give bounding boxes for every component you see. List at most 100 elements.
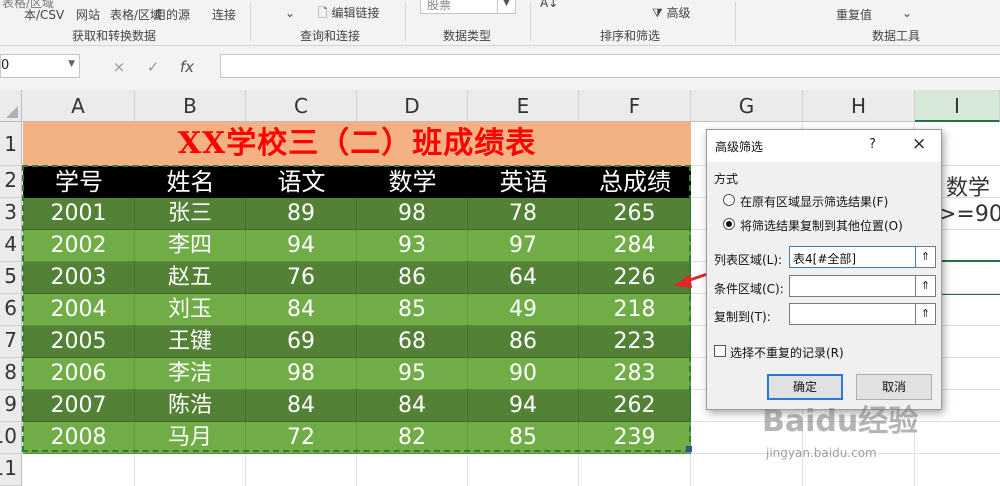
table-cell[interactable]: 283 xyxy=(579,358,691,390)
existing-connections-button[interactable]: 连接 xyxy=(212,6,236,23)
table-cell[interactable]: 68 xyxy=(357,326,468,358)
sort-az-icon[interactable]: A↓ xyxy=(540,0,558,10)
radio-filter-in-place[interactable] xyxy=(723,194,735,206)
row-header-7[interactable]: 7 xyxy=(0,326,22,358)
collapse-dialog-icon[interactable]: ⇑ xyxy=(916,246,936,268)
table-cell[interactable]: 218 xyxy=(579,294,691,326)
cancel-icon[interactable]: × xyxy=(102,58,136,76)
table-cell[interactable]: 82 xyxy=(357,422,468,454)
name-box[interactable]: 0 ▼ xyxy=(0,54,80,78)
table-cell[interactable]: 223 xyxy=(579,326,691,358)
table-cell[interactable]: 2003 xyxy=(23,262,135,294)
table-cell[interactable]: 86 xyxy=(357,262,468,294)
table-cell[interactable]: 98 xyxy=(246,358,357,390)
column-header-f[interactable]: F xyxy=(579,90,691,122)
help-icon[interactable]: ? xyxy=(869,137,876,152)
row-header-4[interactable]: 4 xyxy=(0,230,22,262)
table-cell[interactable]: 84 xyxy=(246,294,357,326)
table-cell[interactable]: 陈浩 xyxy=(135,390,246,422)
header-cell-student-id[interactable]: 学号 xyxy=(23,166,135,198)
column-header-d[interactable]: D xyxy=(357,90,468,122)
row-header-1[interactable]: 1 xyxy=(0,122,22,166)
table-cell[interactable]: 64 xyxy=(468,262,579,294)
table-cell[interactable]: 85 xyxy=(357,294,468,326)
radio-copy-to-location[interactable] xyxy=(723,218,735,230)
table-cell[interactable]: 239 xyxy=(579,422,691,454)
advanced-filter-button[interactable]: ⧩ 高级 xyxy=(652,4,691,21)
table-cell[interactable]: 李四 xyxy=(135,230,246,262)
row-header-10[interactable]: 10 xyxy=(0,422,22,454)
row-header-8[interactable]: 8 xyxy=(0,358,22,390)
criteria-header-cell[interactable]: 数学 xyxy=(946,170,990,202)
resize-handle[interactable] xyxy=(686,446,692,452)
recent-sources-button[interactable]: 用的源 xyxy=(154,6,190,23)
table-cell[interactable]: 95 xyxy=(357,358,468,390)
column-header-a[interactable]: A xyxy=(22,90,135,122)
table-cell[interactable]: 2008 xyxy=(23,422,135,454)
refresh-dropdown-icon[interactable]: ⌄ xyxy=(285,6,295,20)
header-cell-chinese[interactable]: 语文 xyxy=(246,166,357,198)
header-cell-math[interactable]: 数学 xyxy=(357,166,468,198)
radio-filter-in-place-label[interactable]: 在原有区域显示筛选结果(F) xyxy=(740,193,888,210)
table-cell[interactable]: 94 xyxy=(468,390,579,422)
table-cell[interactable]: 李洁 xyxy=(135,358,246,390)
table-cell[interactable]: 262 xyxy=(579,390,691,422)
table-cell[interactable]: 张三 xyxy=(135,198,246,230)
column-header-h[interactable]: H xyxy=(803,90,915,122)
collapse-dialog-icon[interactable]: ⇑ xyxy=(916,275,936,297)
table-cell[interactable]: 2005 xyxy=(23,326,135,358)
row-header-5[interactable]: 5 xyxy=(0,262,22,294)
list-range-input[interactable]: 表4[#全部] xyxy=(789,246,916,268)
header-cell-name[interactable]: 姓名 xyxy=(135,166,246,198)
header-cell-english[interactable]: 英语 xyxy=(468,166,579,198)
column-header-e[interactable]: E xyxy=(468,90,579,122)
unique-records-checkbox[interactable] xyxy=(714,345,726,357)
table-cell[interactable]: 265 xyxy=(579,198,691,230)
column-header-c[interactable]: C xyxy=(246,90,357,122)
table-cell[interactable]: 97 xyxy=(468,230,579,262)
table-cell[interactable]: 2001 xyxy=(23,198,135,230)
column-header-b[interactable]: B xyxy=(135,90,246,122)
row-header-9[interactable]: 9 xyxy=(0,390,22,422)
header-cell-total[interactable]: 总成绩 xyxy=(579,166,691,198)
copy-to-input[interactable] xyxy=(789,303,916,325)
table-cell[interactable]: 84 xyxy=(246,390,357,422)
table-cell[interactable]: 2002 xyxy=(23,230,135,262)
table-cell[interactable]: 93 xyxy=(357,230,468,262)
table-cell[interactable]: 王键 xyxy=(135,326,246,358)
table-cell[interactable]: 2006 xyxy=(23,358,135,390)
row-header-6[interactable]: 6 xyxy=(0,294,22,326)
table-cell[interactable]: 84 xyxy=(357,390,468,422)
table-cell[interactable]: 78 xyxy=(468,198,579,230)
collapse-dialog-icon[interactable]: ⇑ xyxy=(916,303,936,325)
radio-copy-to-location-label[interactable]: 将筛选结果复制到其他位置(O) xyxy=(740,217,903,234)
formula-input[interactable] xyxy=(220,54,1000,78)
from-web-button[interactable]: 网站 xyxy=(76,6,100,23)
table-cell[interactable]: 69 xyxy=(246,326,357,358)
close-icon[interactable]: × xyxy=(912,134,926,154)
table-cell[interactable]: 72 xyxy=(246,422,357,454)
criteria-value-cell[interactable]: >=90 xyxy=(938,202,1000,227)
table-cell[interactable]: 89 xyxy=(246,198,357,230)
table-cell[interactable]: 76 xyxy=(246,262,357,294)
from-text-csv-button[interactable]: 本/CSV xyxy=(24,6,64,23)
table-cell[interactable]: 49 xyxy=(468,294,579,326)
column-header-g[interactable]: G xyxy=(691,90,803,122)
insert-function-icon[interactable]: fx xyxy=(170,58,204,76)
data-type-dropdown[interactable]: 股票 ▼ xyxy=(420,0,516,14)
column-header-i[interactable]: I xyxy=(915,90,1000,122)
select-all-button[interactable] xyxy=(0,90,22,122)
table-cell[interactable]: 94 xyxy=(246,230,357,262)
table-title[interactable]: XX学校三（二）班成绩表 xyxy=(23,122,691,166)
table-cell[interactable]: 2007 xyxy=(23,390,135,422)
table-cell[interactable]: 86 xyxy=(468,326,579,358)
unique-records-label[interactable]: 选择不重复的记录(R) xyxy=(730,344,844,361)
table-cell[interactable]: 90 xyxy=(468,358,579,390)
table-cell[interactable]: 98 xyxy=(357,198,468,230)
row-header-3[interactable]: 3 xyxy=(0,198,22,230)
table-cell[interactable]: 刘玉 xyxy=(135,294,246,326)
enter-icon[interactable]: ✓ xyxy=(136,58,170,76)
remove-duplicates-button[interactable]: 重复值 xyxy=(836,6,872,23)
data-validation-dropdown-icon[interactable]: ⌄ xyxy=(902,6,912,20)
table-cell[interactable]: 85 xyxy=(468,422,579,454)
